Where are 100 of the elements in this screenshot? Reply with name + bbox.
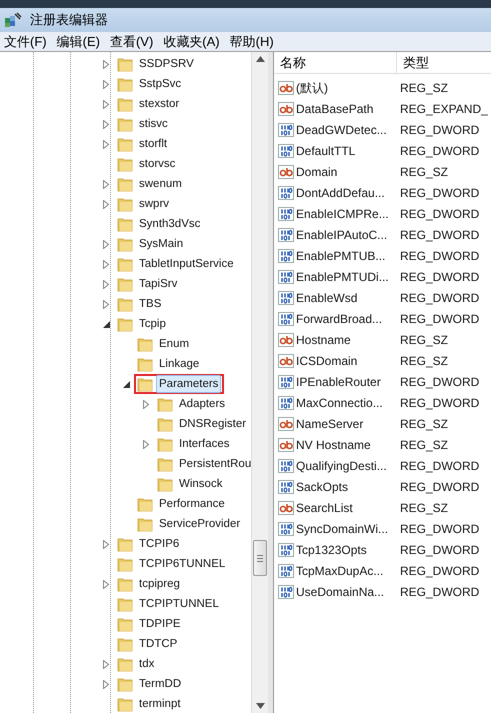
tree-item[interactable]: TDPIPE — [136, 615, 184, 633]
value-name[interactable]: EnableWsd — [296, 288, 358, 306]
expand-triangle-icon[interactable] — [103, 280, 109, 288]
tree-item[interactable]: Adapters — [176, 395, 228, 413]
tree-item[interactable]: ServiceProvider — [156, 515, 244, 533]
binary-value-icon — [278, 206, 294, 222]
tree-item[interactable]: Interfaces — [176, 435, 232, 453]
value-name[interactable]: ForwardBroad... — [296, 310, 382, 328]
tree-item[interactable]: stisvc — [136, 115, 171, 133]
value-name[interactable]: EnablePMTUDi... — [296, 268, 389, 286]
tree-item[interactable]: TDTCP — [136, 635, 180, 653]
scroll-down-icon[interactable] — [256, 703, 264, 709]
value-name[interactable]: EnableIPAutoC... — [296, 226, 388, 244]
expand-triangle-icon[interactable] — [103, 140, 109, 148]
menu-item[interactable]: 查看(V) — [110, 32, 154, 52]
value-name[interactable]: EnablePMTUB... — [296, 246, 386, 264]
folder-icon — [157, 456, 173, 472]
value-name[interactable]: IPEnableRouter — [296, 372, 381, 390]
expand-triangle-icon[interactable] — [103, 100, 109, 108]
menu-item[interactable]: 文件(F) — [4, 32, 47, 52]
value-name[interactable]: DontAddDefau... — [296, 184, 385, 202]
tree-item[interactable]: TCPIP6TUNNEL — [136, 555, 228, 573]
tree-item[interactable]: Tcpip — [136, 315, 169, 333]
expand-triangle-icon[interactable] — [143, 440, 149, 448]
value-type: REG_DWORD — [399, 122, 480, 138]
value-name[interactable]: TcpMaxDupAc... — [296, 562, 384, 580]
value-name[interactable]: NameServer — [296, 414, 364, 432]
tree-item[interactable]: TBS — [136, 295, 164, 313]
tree-item[interactable]: terminpt — [136, 695, 184, 713]
tree-item[interactable]: tdx — [136, 655, 158, 673]
tree-item[interactable]: DNSRegister — [176, 415, 250, 433]
tree-item[interactable]: TCPIPTUNNEL — [136, 595, 222, 613]
expand-triangle-icon[interactable] — [103, 120, 109, 128]
folder-icon — [137, 496, 153, 512]
tree-item[interactable]: SSDPSRV — [136, 55, 197, 73]
value-name[interactable]: Hostname — [296, 330, 351, 348]
tree-item[interactable]: SysMain — [136, 235, 186, 253]
scroll-thumb[interactable] — [253, 540, 267, 576]
expand-triangle-icon[interactable] — [103, 80, 109, 88]
folder-icon — [117, 236, 133, 252]
tree-item[interactable]: TapiSrv — [136, 275, 180, 293]
expand-triangle-icon[interactable] — [103, 580, 109, 588]
tree-item[interactable]: Parameters — [156, 375, 222, 393]
value-name[interactable]: (默认) — [296, 78, 328, 96]
expand-triangle-icon[interactable] — [103, 660, 109, 668]
value-name[interactable]: ICSDomain — [296, 352, 358, 370]
scroll-up-icon[interactable] — [256, 56, 264, 62]
value-name[interactable]: SearchList — [296, 498, 353, 516]
value-name[interactable]: SackOpts — [296, 478, 348, 496]
expand-triangle-icon[interactable] — [103, 260, 109, 268]
column-header[interactable]: 名称 — [274, 52, 397, 74]
value-name[interactable]: UseDomainNa... — [296, 582, 384, 600]
tree-item[interactable]: TabletInputService — [136, 255, 237, 273]
folder-icon — [117, 296, 133, 312]
tree-item[interactable]: Linkage — [156, 355, 202, 373]
tree-item[interactable]: Winsock — [176, 475, 226, 493]
collapse-triangle-icon[interactable] — [122, 380, 130, 388]
value-name[interactable]: SyncDomainWi... — [296, 520, 388, 538]
menu-item[interactable]: 收藏夹(A) — [163, 32, 220, 52]
tree-item[interactable]: swprv — [136, 195, 172, 213]
value-name[interactable]: Tcp1323Opts — [296, 540, 367, 558]
tree-item[interactable]: PersistentRou — [176, 455, 251, 473]
binary-value-icon — [278, 394, 294, 410]
tree-item[interactable]: stexstor — [136, 95, 182, 113]
expand-triangle-icon[interactable] — [103, 540, 109, 548]
value-name[interactable]: DeadGWDetec... — [296, 120, 387, 138]
tree-item[interactable]: swenum — [136, 175, 185, 193]
expand-triangle-icon[interactable] — [103, 60, 109, 68]
value-name[interactable]: NV Hostname — [296, 436, 371, 454]
tree-item[interactable]: TermDD — [136, 675, 184, 693]
expand-triangle-icon[interactable] — [143, 400, 149, 408]
folder-icon — [117, 696, 133, 712]
menu-item[interactable]: 编辑(E) — [56, 32, 100, 52]
value-type: REG_DWORD — [399, 142, 480, 160]
value-name[interactable]: DataBasePath — [296, 100, 374, 118]
value-name[interactable]: QualifyingDesti... — [296, 456, 387, 474]
expand-triangle-icon[interactable] — [103, 240, 109, 248]
string-value-icon — [278, 436, 294, 452]
expand-triangle-icon[interactable] — [103, 680, 109, 688]
expand-triangle-icon[interactable] — [103, 180, 109, 188]
tree-item[interactable]: Performance — [156, 495, 228, 513]
tree-item[interactable]: storflt — [136, 135, 170, 153]
vertical-scrollbar[interactable] — [251, 52, 268, 713]
value-name[interactable]: MaxConnectio... — [296, 394, 383, 412]
collapse-triangle-icon[interactable] — [102, 320, 110, 328]
folder-icon — [157, 396, 173, 412]
value-name[interactable]: DefaultTTL — [296, 142, 356, 160]
tree-item[interactable]: Synth3dVsc — [136, 215, 204, 233]
value-name[interactable]: EnableICMPRe... — [296, 204, 389, 222]
expand-triangle-icon[interactable] — [103, 300, 109, 308]
string-value-icon — [278, 352, 294, 368]
tree-item[interactable]: storvsc — [136, 155, 178, 173]
tree-item[interactable]: TCPIP6 — [136, 535, 182, 553]
menu-item[interactable]: 帮助(H) — [230, 32, 274, 52]
tree-item[interactable]: SstpSvc — [136, 75, 184, 93]
column-header[interactable]: 类型 — [397, 52, 491, 74]
tree-item[interactable]: Enum — [156, 335, 192, 353]
expand-triangle-icon[interactable] — [103, 200, 109, 208]
tree-item[interactable]: tcpipreg — [136, 575, 183, 593]
value-name[interactable]: Domain — [296, 162, 338, 180]
